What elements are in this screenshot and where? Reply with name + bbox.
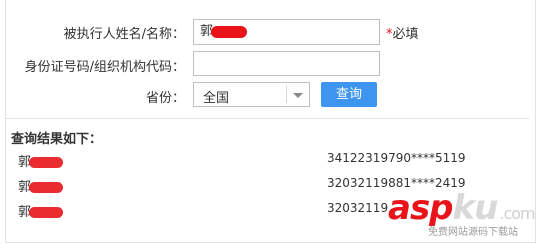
result-name: 郭 xyxy=(18,176,64,195)
result-row: 郭 32032119 xyxy=(0,201,541,220)
divider xyxy=(6,118,529,119)
redaction-mark xyxy=(29,182,64,193)
redaction-mark xyxy=(211,25,248,38)
result-row: 郭 34122319790****5119 xyxy=(0,151,541,170)
result-name: 郭 xyxy=(18,151,64,170)
results-title: 查询结果如下： xyxy=(11,132,103,147)
province-label: 省份： xyxy=(145,91,185,106)
id-label: 身份证号码/组织机构代码： xyxy=(24,60,185,75)
name-input[interactable]: 郭 xyxy=(193,19,380,45)
id-input[interactable] xyxy=(193,51,380,76)
redaction-mark xyxy=(29,157,64,168)
result-id-number: 32032119 xyxy=(327,201,389,215)
redaction-mark xyxy=(29,207,64,218)
result-id-number: 32032119881****2419 xyxy=(327,176,466,190)
result-id-number: 34122319790****5119 xyxy=(327,151,466,165)
search-button[interactable]: 查询 xyxy=(321,82,377,107)
result-row: 郭 32032119881****2419 xyxy=(0,176,541,195)
chevron-down-icon[interactable] xyxy=(293,93,303,98)
required-hint: *必填 xyxy=(386,23,419,42)
name-label: 被执行人姓名/名称： xyxy=(63,27,185,42)
province-select-value: 全国 xyxy=(203,91,230,106)
required-text: 必填 xyxy=(392,27,419,42)
result-name: 郭 xyxy=(18,201,64,220)
select-divider xyxy=(286,86,287,103)
province-select[interactable]: 全国 xyxy=(193,82,310,107)
